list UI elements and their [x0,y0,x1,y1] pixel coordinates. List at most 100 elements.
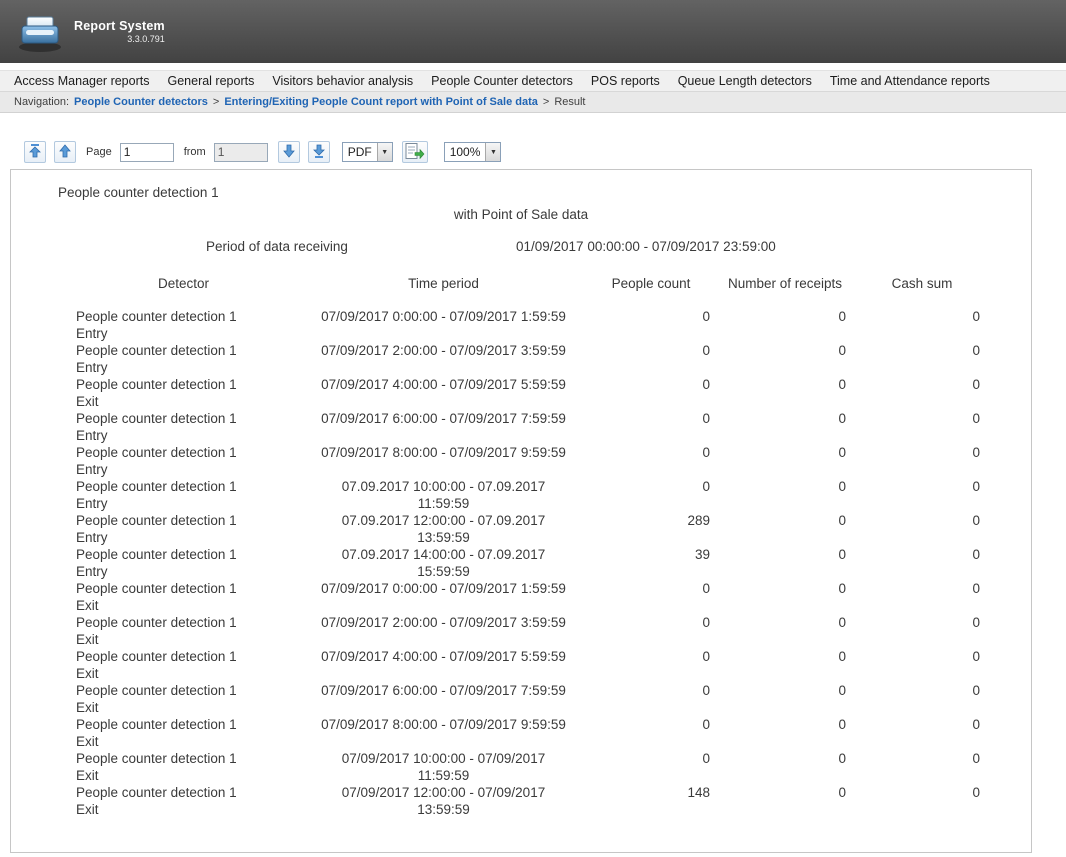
receipts-count-cell: 0 [716,682,854,699]
menu-item[interactable]: Access Manager reports [5,74,158,88]
people-count-cell: 0 [586,614,716,631]
menu-item[interactable]: People Counter detectors [422,74,582,88]
column-header-number-of-receipts: Number of receipts [716,275,854,292]
receipts-count-cell: 0 [716,512,854,529]
people-count-cell: 0 [586,648,716,665]
table-row: People counter detection 1 Exit 07/09/20… [66,580,990,614]
receipts-count-cell: 0 [716,784,854,801]
detector-name: People counter detection 1 [76,308,301,325]
table-row: People counter detection 1 Entry 07.09.2… [66,512,990,546]
detector-cell: People counter detection 1 Exit [66,648,301,682]
detector-direction: Exit [76,393,301,410]
detector-cell: People counter detection 1 Exit [66,682,301,716]
last-page-button[interactable] [308,141,330,163]
detector-direction: Exit [76,665,301,682]
time-period-cell: 07/09/2017 12:00:00 - 07/09/2017 13:59:5… [301,784,586,818]
detector-name: People counter detection 1 [76,478,301,495]
people-count-cell: 148 [586,784,716,801]
column-header-time-period: Time period [301,275,586,292]
cash-sum-cell: 0 [854,376,990,393]
table-row: People counter detection 1 Entry 07/09/2… [66,444,990,478]
breadcrumb-current: Result [554,96,585,108]
people-count-cell: 0 [586,750,716,767]
first-page-button[interactable] [24,141,46,163]
report-title: People counter detection 1 [58,185,219,200]
last-page-icon [313,144,325,161]
time-period-cell: 07/09/2017 6:00:00 - 07/09/2017 7:59:59 [301,410,586,427]
detector-name: People counter detection 1 [76,376,301,393]
menu-item[interactable]: POS reports [582,74,669,88]
menu-item[interactable]: General reports [158,74,263,88]
table-row: People counter detection 1 Exit 07/09/20… [66,750,990,784]
table-row: People counter detection 1 Exit 07/09/20… [66,716,990,750]
page-number-input[interactable] [120,143,174,162]
previous-page-icon [59,144,71,161]
menu-bar: Access Manager reportsGeneral reportsVis… [0,70,1066,92]
app-title-block: Report System 3.3.0.791 [74,19,165,44]
cash-sum-cell: 0 [854,682,990,699]
receipts-count-cell: 0 [716,478,854,495]
menu-item[interactable]: Time and Attendance reports [821,74,999,88]
breadcrumb: Navigation: People Counter detectors > E… [0,92,1066,113]
export-format-select[interactable]: PDF ▼ [342,142,393,162]
people-count-cell: 0 [586,444,716,461]
table-row: People counter detection 1 Exit 07/09/20… [66,784,990,818]
report-subtitle: with Point of Sale data [11,207,1031,222]
table-row: People counter detection 1 Entry 07.09.2… [66,546,990,580]
cash-sum-cell: 0 [854,750,990,767]
zoom-select[interactable]: 100% ▼ [444,142,502,162]
detector-cell: People counter detection 1 Exit [66,784,301,818]
detector-cell: People counter detection 1 Entry [66,546,301,580]
receipts-count-cell: 0 [716,308,854,325]
zoom-value: 100% [445,143,486,161]
detector-direction: Entry [76,325,301,342]
cash-sum-cell: 0 [854,648,990,665]
time-period-cell: 07.09.2017 10:00:00 - 07.09.2017 11:59:5… [301,478,586,512]
time-period-cell: 07/09/2017 2:00:00 - 07/09/2017 3:59:59 [301,342,586,359]
menu-item[interactable]: Queue Length detectors [669,74,821,88]
people-count-cell: 0 [586,716,716,733]
detector-direction: Exit [76,767,301,784]
menu-item[interactable]: Visitors behavior analysis [263,74,422,88]
breadcrumb-link-report[interactable]: Entering/Exiting People Count report wit… [224,96,538,108]
receipts-count-cell: 0 [716,376,854,393]
people-count-cell: 289 [586,512,716,529]
people-count-cell: 0 [586,478,716,495]
next-page-button[interactable] [278,141,300,163]
detector-cell: People counter detection 1 Entry [66,478,301,512]
detector-name: People counter detection 1 [76,512,301,529]
previous-page-button[interactable] [54,141,76,163]
detector-name: People counter detection 1 [76,750,301,767]
table-row: People counter detection 1 Entry 07.09.2… [66,478,990,512]
period-value: 01/09/2017 00:00:00 - 07/09/2017 23:59:0… [516,239,776,254]
detector-direction: Exit [76,699,301,716]
app-version: 3.3.0.791 [74,34,165,44]
receipts-count-cell: 0 [716,444,854,461]
export-icon [405,143,425,162]
receipts-count-cell: 0 [716,546,854,563]
cash-sum-cell: 0 [854,614,990,631]
detector-direction: Exit [76,733,301,750]
receipts-count-cell: 0 [716,342,854,359]
detector-cell: People counter detection 1 Entry [66,512,301,546]
detector-name: People counter detection 1 [76,614,301,631]
people-count-cell: 39 [586,546,716,563]
detector-cell: People counter detection 1 Exit [66,614,301,648]
people-count-cell: 0 [586,308,716,325]
receipts-count-cell: 0 [716,750,854,767]
export-button[interactable] [402,141,428,163]
breadcrumb-link-people-counter-detectors[interactable]: People Counter detectors [74,96,208,108]
detector-name: People counter detection 1 [76,410,301,427]
table-header-row: Detector Time period People count Number… [66,275,990,292]
breadcrumb-separator: > [213,96,219,108]
column-header-cash-sum: Cash sum [854,275,990,292]
period-label: Period of data receiving [206,239,348,254]
cash-sum-cell: 0 [854,512,990,529]
cash-sum-cell: 0 [854,580,990,597]
table-row: People counter detection 1 Entry 07/09/2… [66,342,990,376]
time-period-cell: 07/09/2017 4:00:00 - 07/09/2017 5:59:59 [301,376,586,393]
cash-sum-cell: 0 [854,478,990,495]
time-period-cell: 07.09.2017 12:00:00 - 07.09.2017 13:59:5… [301,512,586,546]
detector-direction: Entry [76,359,301,376]
chevron-down-icon: ▼ [377,143,392,161]
